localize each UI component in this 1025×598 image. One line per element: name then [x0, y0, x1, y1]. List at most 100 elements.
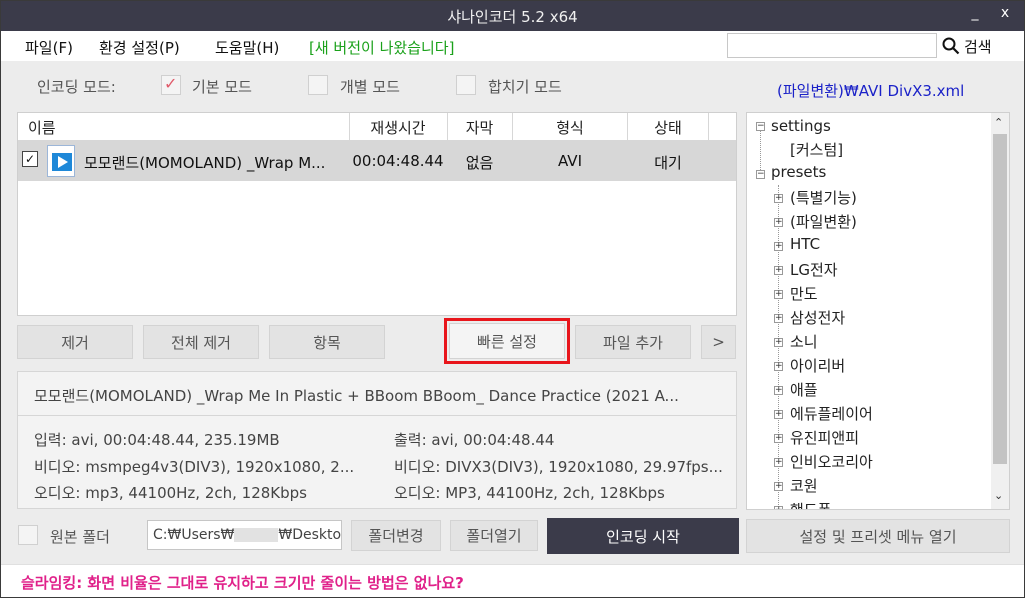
remove-button[interactable]: 제거	[17, 325, 133, 359]
menu-file[interactable]: 파일(F)	[25, 37, 73, 58]
col-duration[interactable]: 재생시간	[350, 117, 446, 138]
menu-help[interactable]: 도움말(H)	[215, 37, 279, 58]
tree-preset-label: LG전자	[790, 261, 838, 279]
tree-scrollbar[interactable]: ⌃ ⌄	[991, 113, 1009, 509]
expand-icon[interactable]: +	[774, 482, 783, 491]
expand-icon[interactable]: +	[774, 266, 783, 275]
output-path-field[interactable]: C:₩Users₩ ₩Desktop	[147, 520, 342, 550]
remove-all-button[interactable]: 전체 제거	[143, 325, 259, 359]
source-folder-checkbox[interactable]	[18, 525, 38, 545]
change-folder-button[interactable]: 폴더변경	[351, 520, 441, 551]
info-output: 출력: avi, 00:04:48.44	[394, 431, 555, 449]
info-audio-in: 오디오: mp3, 44100Hz, 2ch, 128Kbps	[34, 484, 307, 502]
tree-preset-label: HTC	[790, 235, 821, 253]
start-encoding-button[interactable]: 인코딩 시작	[547, 518, 739, 554]
tree-preset-label: 삼성전자	[790, 309, 846, 327]
mode-individual-label[interactable]: 개별 모드	[340, 76, 400, 97]
col-subtitle[interactable]: 자막	[448, 117, 511, 138]
info-title: 모모랜드(MOMOLAND) _Wrap Me In Plastic + BBo…	[34, 387, 679, 405]
col-divider	[708, 113, 709, 141]
current-preset-link[interactable]: (파일변환)₩AVI DivX3.xml	[777, 80, 964, 101]
expand-icon[interactable]: +	[774, 506, 783, 509]
redacted-area	[234, 528, 279, 542]
title-bar: 샤나인코더 5.2 x64 _ x	[1, 1, 1024, 31]
path-suffix: ₩Desktop	[278, 527, 342, 543]
item-button[interactable]: 항목	[269, 325, 385, 359]
window-title: 샤나인코더 5.2 x64	[447, 8, 578, 26]
tree-preset-label: 인비오코리아	[790, 453, 873, 471]
open-folder-button[interactable]: 폴더열기	[450, 520, 538, 551]
mode-basic-checkbox[interactable]: ✓	[161, 74, 181, 95]
expand-icon[interactable]: +	[774, 434, 783, 443]
tree-preset-label: 코원	[790, 477, 818, 495]
new-version-link[interactable]: [새 버전이 나왔습니다]	[309, 37, 454, 58]
scroll-thumb[interactable]	[993, 134, 1007, 464]
quick-settings-button[interactable]: 빠른 설정	[444, 318, 570, 364]
expand-icon[interactable]: +	[774, 458, 783, 467]
file-format: AVI	[558, 152, 582, 170]
open-settings-menu-button[interactable]: 설정 및 프리셋 메뉴 열기	[746, 519, 1010, 553]
expand-icon[interactable]: +	[774, 194, 783, 203]
info-video-in: 비디오: msmpeg4v3(DIV3), 1920x1080, 2...	[34, 458, 355, 476]
info-input: 입력: avi, 00:04:48.44, 235.19MB	[34, 431, 280, 449]
file-list-header: 이름 재생시간 자막 형식 상태	[18, 113, 736, 141]
expand-icon[interactable]: +	[774, 410, 783, 419]
scroll-down-icon[interactable]: ⌄	[994, 489, 1003, 502]
tree-preset-label: 유진피앤피	[790, 429, 860, 447]
video-file-icon	[47, 145, 75, 177]
expand-icon[interactable]: +	[774, 314, 783, 323]
expand-icon[interactable]: +	[774, 338, 783, 347]
collapse-icon: −	[756, 121, 765, 131]
checkmark-icon: ✓	[164, 74, 178, 93]
scroll-up-icon[interactable]: ⌃	[994, 116, 1003, 129]
file-subtitle: 없음	[465, 154, 494, 172]
expand-icon[interactable]: +	[774, 242, 783, 251]
expand-icon[interactable]: +	[774, 386, 783, 395]
add-file-button[interactable]: 파일 추가	[575, 325, 691, 359]
tree-preset-label: (특별기능)	[790, 189, 857, 207]
path-prefix: C:₩Users₩	[153, 527, 235, 543]
col-status[interactable]: 상태	[628, 117, 708, 138]
collapse-icon: −	[756, 169, 765, 179]
search-input[interactable]	[727, 33, 937, 58]
file-name: 모모랜드(MOMOLAND) _Wrap M...	[84, 154, 326, 172]
mode-individual-checkbox[interactable]	[308, 75, 328, 95]
file-list[interactable]: 이름 재생시간 자막 형식 상태 ✓ 모모랜드(MOMOLAND) _Wrap …	[17, 112, 737, 316]
tree-preset-label: 소니	[790, 333, 818, 351]
col-name[interactable]: 이름	[28, 117, 56, 138]
tree-preset-label: 아이리버	[790, 357, 846, 375]
tree-presets-label: presets	[771, 163, 827, 181]
search-icon	[942, 37, 960, 55]
preset-tree[interactable]: − settings [커스텀] − presets + (특별기능) + (파일변환) +…	[746, 112, 1010, 510]
close-button[interactable]: x	[995, 5, 1015, 21]
expand-icon[interactable]: +	[774, 218, 783, 227]
mode-basic-label[interactable]: 기본 모드	[192, 76, 252, 97]
file-row[interactable]: ✓ 모모랜드(MOMOLAND) _Wrap M... 00:04:48.44 …	[18, 141, 736, 181]
expand-icon[interactable]: +	[774, 290, 783, 299]
info-video-out: 비디오: DIVX3(DIV3), 1920x1080, 29.97fps...	[394, 458, 723, 476]
status-bar: 슬라임킹: 화면 비율은 그대로 유지하고 크기만 줄이는 방법은 없나요?	[1, 564, 1024, 597]
file-status: 대기	[654, 154, 682, 172]
file-info-panel: 모모랜드(MOMOLAND) _Wrap Me In Plastic + BBo…	[17, 371, 737, 509]
minimize-button[interactable]: _	[965, 5, 985, 21]
menu-settings[interactable]: 환경 설정(P)	[99, 37, 180, 58]
expand-icon[interactable]: +	[774, 362, 783, 371]
more-button[interactable]: >	[701, 325, 736, 359]
tree-preset-label: 만도	[790, 285, 818, 303]
encoding-mode-label: 인코딩 모드:	[37, 78, 116, 96]
info-audio-out: 오디오: MP3, 44100Hz, 2ch, 128Kbps	[394, 484, 665, 502]
tree-settings-label: settings	[771, 117, 831, 135]
mode-merge-label[interactable]: 합치기 모드	[488, 76, 562, 97]
status-message[interactable]: 슬라임킹: 화면 비율은 그대로 유지하고 크기만 줄이는 방법은 없나요?	[21, 572, 464, 593]
search-button-label: 검색	[964, 37, 992, 56]
tree-preset-label: 에듀플레이어	[790, 405, 873, 423]
col-format[interactable]: 형식	[513, 117, 627, 138]
tree-preset-label: (파일변환)	[790, 213, 857, 231]
tree-preset-label: 핸드폰	[790, 501, 832, 510]
search-button[interactable]: 검색	[942, 34, 992, 58]
file-duration: 00:04:48.44	[352, 152, 444, 170]
mode-merge-checkbox[interactable]	[456, 75, 476, 95]
source-folder-label[interactable]: 원본 폴더	[50, 526, 110, 547]
tree-custom-label: [커스텀]	[790, 141, 844, 159]
file-row-checkbox[interactable]: ✓	[22, 151, 38, 167]
